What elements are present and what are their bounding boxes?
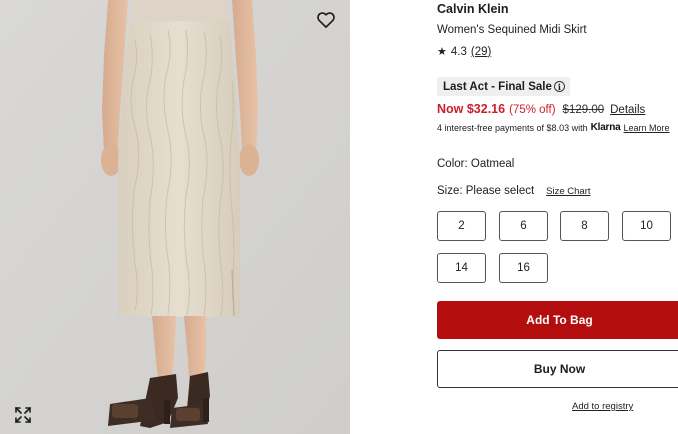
- add-to-registry-link[interactable]: Add to registry: [572, 401, 633, 412]
- sale-price: Now $32.16: [437, 102, 506, 116]
- discount-percent: (75% off): [509, 104, 556, 116]
- original-price: $129.00: [562, 104, 605, 116]
- klarna-logo: Klarna: [590, 122, 621, 133]
- brand-name[interactable]: Calvin Klein: [437, 2, 509, 16]
- selected-color: Color: Oatmeal: [437, 158, 515, 170]
- klarna-installments: 4 interest-free payments of $8.03 with K…: [437, 122, 670, 133]
- size-option-14[interactable]: 14: [437, 253, 486, 283]
- expand-arrows-icon: [15, 407, 31, 423]
- klarna-text: 4 interest-free payments of $8.03 with: [437, 122, 588, 133]
- size-option-8[interactable]: 8: [560, 211, 609, 241]
- size-option-10[interactable]: 10: [622, 211, 671, 241]
- price-details-link[interactable]: Details: [610, 104, 645, 116]
- info-icon[interactable]: i: [553, 81, 565, 92]
- product-image-gallery: [0, 0, 350, 434]
- size-option-6[interactable]: 6: [499, 211, 548, 241]
- add-to-bag-button[interactable]: Add To Bag: [437, 301, 678, 339]
- product-details-panel: Calvin Klein Women's Sequined Midi Skirt…: [437, 0, 678, 434]
- product-title: Women's Sequined Midi Skirt: [437, 24, 587, 36]
- size-option-2[interactable]: 2: [437, 211, 486, 241]
- size-selector-header: Size: Please select Size Chart: [437, 185, 591, 197]
- final-sale-label: Last Act - Final Sale: [443, 80, 552, 93]
- rating-value: 4.3: [450, 45, 467, 58]
- final-sale-badge: Last Act - Final Sale i: [437, 77, 570, 96]
- buy-now-button[interactable]: Buy Now: [437, 350, 678, 388]
- rating-summary: ★ 4.3 (29): [437, 45, 491, 59]
- review-count-link[interactable]: (29): [471, 46, 491, 58]
- heart-outline-icon: [317, 12, 335, 28]
- star-icon: ★: [437, 46, 447, 58]
- price-row: Now $32.16 (75% off) $129.00 Details: [437, 102, 645, 116]
- klarna-learn-more-link[interactable]: Learn More: [624, 123, 670, 133]
- size-label: Size: Please select: [437, 185, 535, 197]
- favorite-button[interactable]: [313, 7, 339, 33]
- review-count[interactable]: (29): [471, 46, 491, 58]
- expand-image-button[interactable]: [12, 404, 34, 426]
- size-option-16[interactable]: 16: [499, 253, 548, 283]
- product-photo: [0, 0, 350, 434]
- size-chart-link[interactable]: Size Chart: [546, 186, 590, 197]
